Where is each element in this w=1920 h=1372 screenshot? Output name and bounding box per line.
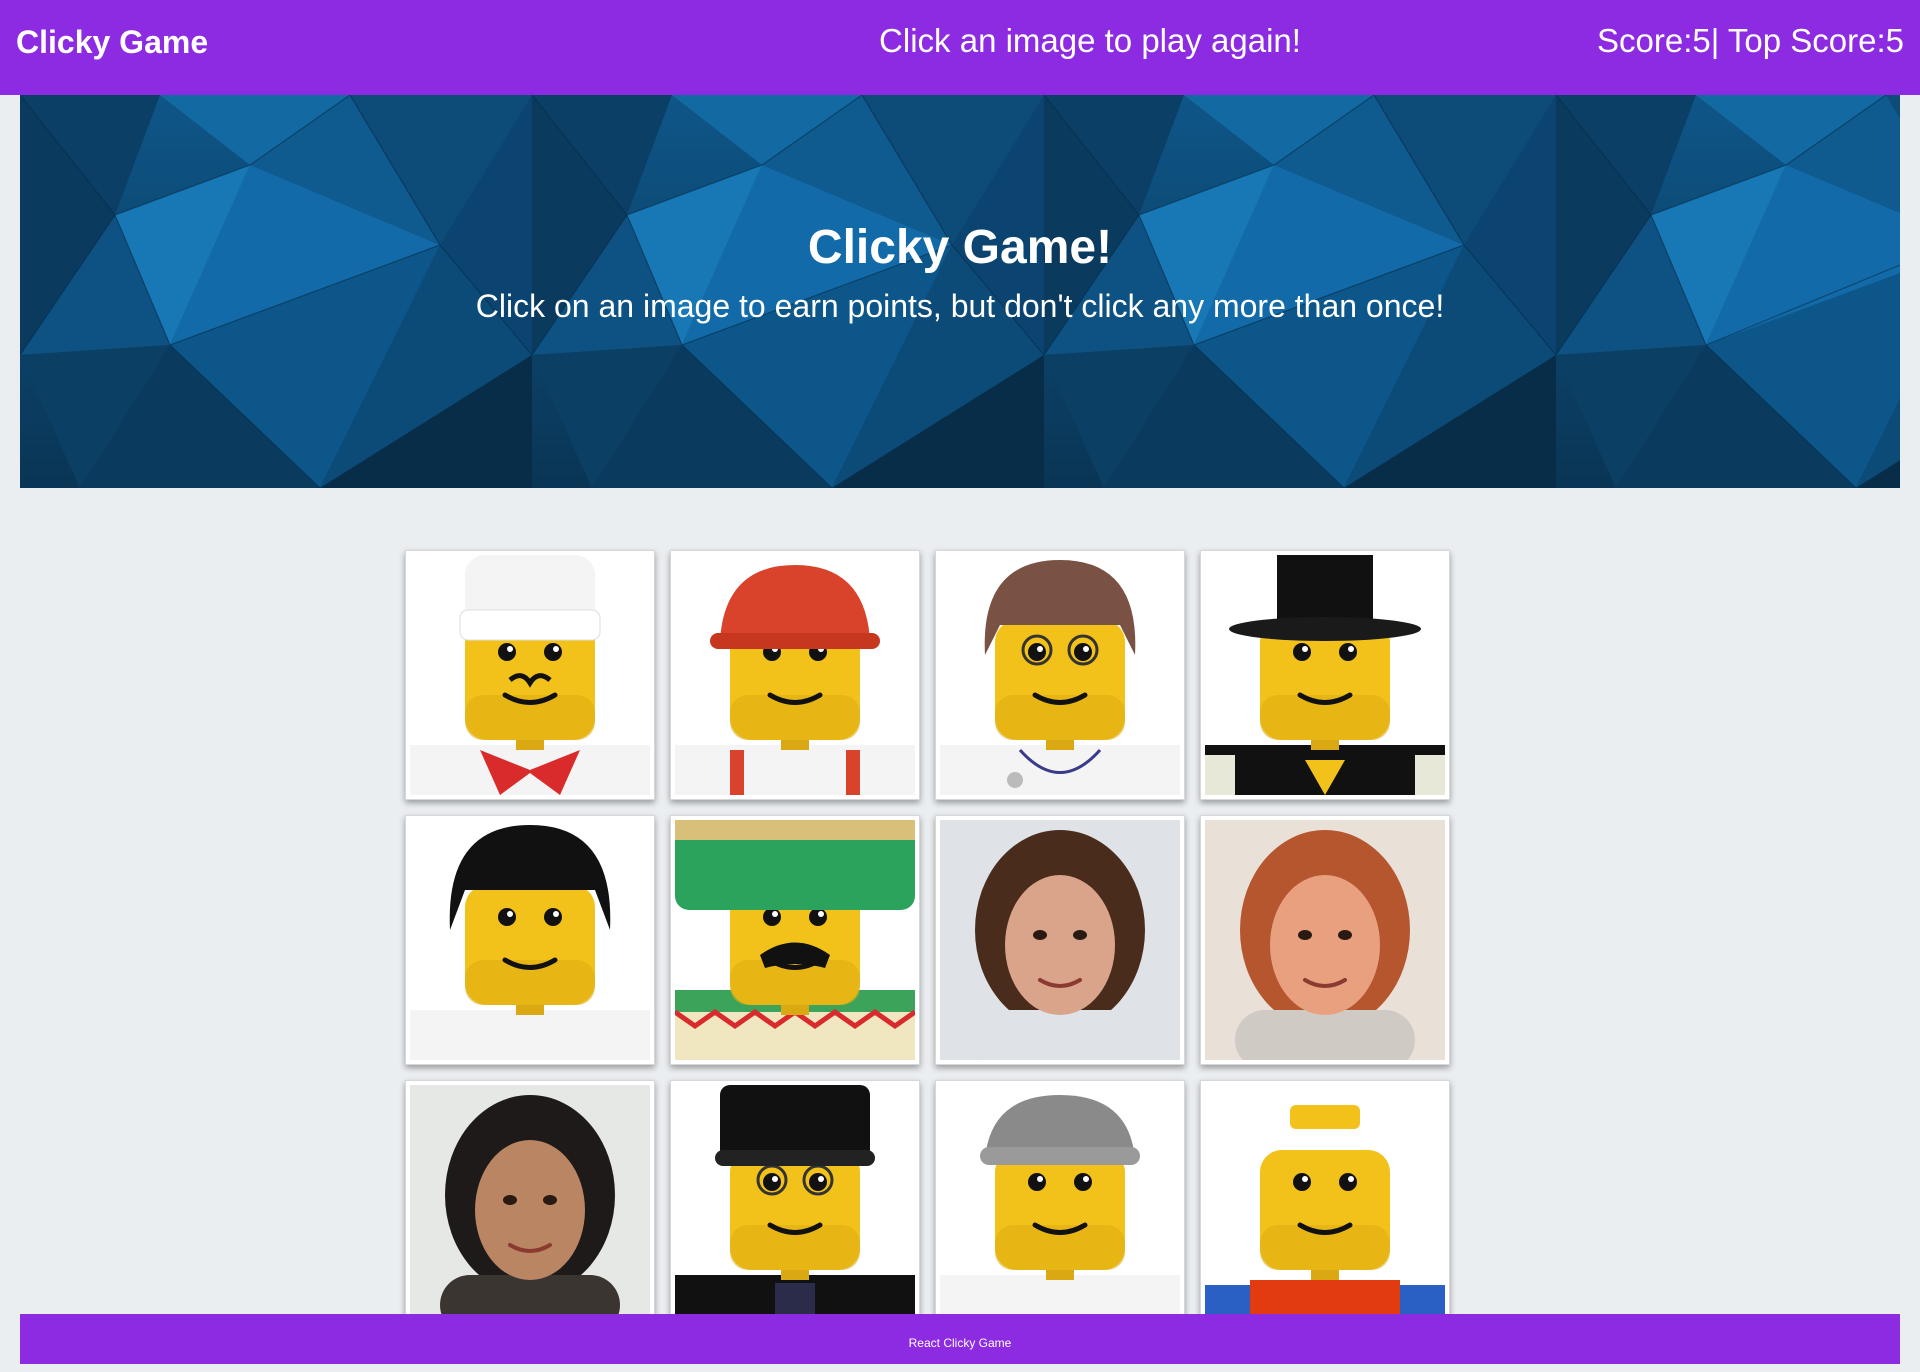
brand-link[interactable]: Clicky Game bbox=[16, 24, 208, 61]
woman-photo-card[interactable] bbox=[935, 815, 1185, 1065]
score-display: Score:5| Top Score:5 bbox=[1597, 22, 1904, 59]
jumbotron-banner: Clicky Game! Click on an image to earn p… bbox=[20, 95, 1900, 488]
construction-minifig-card[interactable] bbox=[670, 550, 920, 800]
minifig-image bbox=[940, 560, 1180, 795]
doctor-minifig-card[interactable] bbox=[935, 550, 1185, 800]
navbar: Clicky Game Click an image to play again… bbox=[0, 0, 1920, 95]
portrait-image bbox=[1205, 820, 1445, 1060]
minifig-image bbox=[1205, 555, 1445, 795]
minifig-image bbox=[410, 555, 650, 795]
minifig-image bbox=[1205, 1105, 1445, 1325]
minifig-image bbox=[675, 1085, 915, 1325]
grey-cap-minifig-card[interactable] bbox=[935, 1080, 1185, 1330]
portrait-image bbox=[940, 820, 1180, 1060]
excited-man-photo-card[interactable] bbox=[1200, 815, 1450, 1065]
minifig-image bbox=[410, 825, 650, 1060]
footer: React Clicky Game bbox=[20, 1314, 1900, 1364]
minifig-image bbox=[940, 1095, 1180, 1325]
chef-minifig-card[interactable] bbox=[405, 550, 655, 800]
tophat-minifig-card[interactable] bbox=[1200, 550, 1450, 800]
bearded-man-photo-card[interactable] bbox=[405, 1080, 655, 1330]
minifig-image bbox=[675, 820, 915, 1060]
jumbotron-title: Clicky Game! bbox=[807, 221, 1113, 274]
portrait-image bbox=[410, 1085, 650, 1325]
minifig-image bbox=[675, 565, 915, 795]
police-minifig-card[interactable] bbox=[670, 1080, 920, 1330]
jumbotron-subtitle: Click on an image to earn points, but do… bbox=[475, 288, 1445, 324]
bald-minifig-card[interactable] bbox=[1200, 1080, 1450, 1330]
sombrero-minifig-card[interactable] bbox=[670, 815, 920, 1065]
black-hair-minifig-card[interactable] bbox=[405, 815, 655, 1065]
